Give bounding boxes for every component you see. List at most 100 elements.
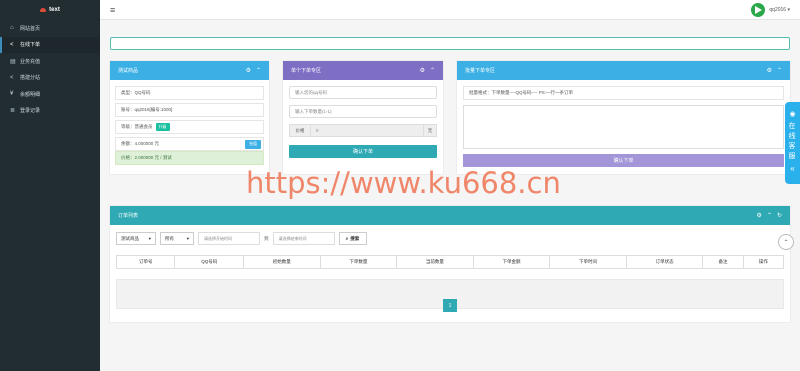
panel-header: 测试商品 ⚙ ⌃ bbox=[110, 61, 269, 80]
quantity-input-placeholder: 输入下单数量(1-1) bbox=[295, 108, 332, 114]
panel-header: 批量下单专区 ⚙ ⌃ bbox=[457, 61, 790, 80]
recharge-button[interactable]: 充值 bbox=[245, 139, 261, 149]
brand-logo[interactable]: text bbox=[0, 0, 100, 20]
sidebar-item-recharge[interactable]: ▤ 业务充值 bbox=[0, 53, 100, 70]
col-status[interactable]: 订单状态 bbox=[625, 255, 704, 269]
chevron-up-icon[interactable]: ⌃ bbox=[256, 67, 261, 74]
search-button[interactable]: ⌕ 搜索 bbox=[338, 232, 367, 245]
col-order-id[interactable]: 订单号 bbox=[115, 255, 176, 269]
col-amount[interactable]: 下单金额 bbox=[472, 255, 551, 269]
price-value: 价格：2.000000 元 / 测试 bbox=[121, 155, 172, 160]
balance-row: 余额：4.000000 元 充值 bbox=[115, 137, 264, 151]
col-action[interactable]: 操作 bbox=[742, 255, 785, 269]
home-icon: ⌂ bbox=[10, 25, 14, 32]
search-button-label: 搜索 bbox=[350, 235, 360, 241]
col-current-qty[interactable]: 当前数量 bbox=[396, 255, 474, 269]
qq-input-placeholder: 输入您的qq号码 bbox=[295, 89, 328, 95]
status-select[interactable]: 所有 ▾ bbox=[160, 232, 194, 245]
chevron-up-icon[interactable]: ⌃ bbox=[777, 67, 782, 74]
start-time-input[interactable]: 请选择开始时间 bbox=[198, 232, 260, 245]
status-select-value: 所有 bbox=[165, 235, 174, 241]
qq-input[interactable]: 输入您的qq号码 bbox=[289, 86, 437, 99]
sidebar-item-label: 登录记录 bbox=[20, 108, 41, 115]
balance-value: 余额：4.000000 元 bbox=[121, 141, 160, 146]
yen-icon: ¥ bbox=[10, 91, 14, 98]
notice-bar bbox=[110, 37, 790, 50]
product-type: 类型：QQ号码 bbox=[121, 90, 151, 95]
gear-icon[interactable]: ⚙ bbox=[767, 67, 772, 74]
username: qq2016 ▾ bbox=[769, 6, 790, 13]
menu-toggle-icon[interactable]: ≡ bbox=[110, 5, 115, 15]
single-order-panel: 单个下单专区 ⚙ ⌃ 输入您的qq号码 输入下单数量(1-1) 价格 0 元 确认… bbox=[283, 61, 443, 174]
list-icon: ≣ bbox=[10, 108, 16, 115]
range-separator: 到 bbox=[264, 235, 269, 241]
gear-icon[interactable]: ⚙ bbox=[757, 212, 762, 219]
price-group: 价格 0 元 bbox=[289, 124, 437, 137]
product-panel: 测试商品 ⚙ ⌃ 类型：QQ号码 账号：qq2016[编号:1000] 等级：普通… bbox=[110, 61, 269, 174]
pagination-page[interactable]: 1 bbox=[443, 299, 457, 312]
gear-icon[interactable]: ⚙ bbox=[420, 67, 425, 74]
sidebar-item-label: 网站首页 bbox=[20, 25, 41, 32]
avatar bbox=[751, 2, 766, 17]
panel-title: 批量下单专区 bbox=[465, 68, 496, 74]
price-unit: 元 bbox=[423, 124, 437, 137]
quantity-input[interactable]: 输入下单数量(1-1) bbox=[289, 105, 437, 118]
briefcase-icon: ▤ bbox=[10, 58, 16, 65]
product-type-row: 类型：QQ号码 bbox=[115, 86, 264, 100]
scroll-top-icon[interactable]: ⌃ bbox=[778, 234, 794, 250]
start-time-placeholder: 请选择开始时间 bbox=[204, 235, 232, 241]
sidebar-item-label: 业务充值 bbox=[20, 58, 41, 65]
sidebar-item-home[interactable]: ⌂ 网站首页 bbox=[0, 20, 100, 37]
submit-order-button[interactable]: 确认下单 bbox=[289, 145, 437, 158]
sidebar-item-balance[interactable]: ¥ 余额明细 bbox=[0, 86, 100, 103]
account-row: 账号：qq2016[编号:1000] bbox=[115, 103, 264, 117]
sidebar-item-label: 在线下单 bbox=[20, 42, 41, 49]
chevron-up-icon[interactable]: ⌃ bbox=[767, 212, 772, 219]
level-row: 等级：普通会员 升级 bbox=[115, 120, 264, 134]
panel-title: 订单列表 bbox=[118, 213, 139, 219]
batch-format-hint: 批量格式：下单数量----QQ号码---- PS:一行一条订单 bbox=[463, 86, 784, 100]
batch-textarea[interactable] bbox=[463, 105, 784, 149]
panel-header: 单个下单专区 ⚙ ⌃ bbox=[283, 61, 443, 80]
price-label: 价格 bbox=[289, 124, 311, 137]
panel-title: 测试商品 bbox=[118, 68, 139, 74]
sidebar-item-substation[interactable]: < 搭建分站 bbox=[0, 70, 100, 87]
chevron-left-icon: « bbox=[790, 164, 795, 173]
end-time-input[interactable]: 请选择结束时间 bbox=[272, 232, 335, 245]
gear-icon[interactable]: ⚙ bbox=[246, 67, 251, 74]
col-note[interactable]: 备注 bbox=[702, 255, 744, 269]
batch-order-panel: 批量下单专区 ⚙ ⌃ 批量格式：下单数量----QQ号码---- PS:一行一条订… bbox=[457, 61, 790, 174]
share-icon: < bbox=[10, 41, 14, 48]
share-icon: < bbox=[10, 74, 14, 81]
sidebar-item-login-log[interactable]: ≣ 登录记录 bbox=[0, 103, 100, 120]
product-select[interactable]: 测试商品 ▾ bbox=[116, 232, 156, 245]
end-time-placeholder: 请选择结束时间 bbox=[278, 235, 307, 241]
refresh-icon[interactable]: ↻ bbox=[777, 212, 782, 219]
col-time[interactable]: 下单时间 bbox=[549, 255, 627, 269]
watermark-text: https://www.ku668.cn bbox=[246, 166, 561, 200]
col-order-qty[interactable]: 下单数量 bbox=[319, 255, 398, 269]
price-row: 价格：2.000000 元 / 测试 bbox=[115, 151, 264, 165]
online-service-label: 在线客服 bbox=[788, 123, 796, 160]
col-initial-qty[interactable]: 初始数量 bbox=[242, 255, 321, 269]
panel-header: 订单列表 ⚙ ⌃ ↻ bbox=[110, 206, 790, 225]
order-table: 订单号 QQ号码 初始数量 下单数量 当前数量 下单金额 下单时间 订单状态 备… bbox=[115, 255, 785, 269]
cloud-icon bbox=[40, 8, 47, 12]
sidebar-item-online-order[interactable]: < 在线下单 bbox=[0, 36, 100, 53]
filter-bar: 测试商品 ▾ 所有 ▾ 请选择开始时间 到 请选择结束时间 ⌕ 搜索 bbox=[110, 225, 790, 245]
price-field: 0 bbox=[311, 124, 423, 137]
user-menu[interactable]: qq2016 ▾ bbox=[751, 2, 790, 17]
sidebar-item-label: 搭建分站 bbox=[20, 75, 41, 82]
brand-name: text bbox=[49, 7, 60, 13]
online-service-widget[interactable]: ◉ 在线客服 « bbox=[785, 102, 800, 184]
panel-title: 单个下单专区 bbox=[291, 68, 322, 74]
chevron-up-icon[interactable]: ⌃ bbox=[430, 67, 435, 74]
search-icon: ⌕ bbox=[345, 236, 349, 241]
chat-icon: ◉ bbox=[789, 111, 796, 118]
sidebar: text ⌂ 网站首页 < 在线下单 ▤ 业务充值 < 搭建分站 ¥ 余额明细 … bbox=[0, 0, 100, 371]
col-qq[interactable]: QQ号码 bbox=[174, 255, 244, 269]
sidebar-item-label: 余额明细 bbox=[20, 91, 41, 98]
top-navbar: ≡ qq2016 ▾ bbox=[100, 0, 800, 20]
caret-down-icon: ▾ bbox=[186, 235, 189, 241]
upgrade-button[interactable]: 升级 bbox=[155, 123, 170, 131]
